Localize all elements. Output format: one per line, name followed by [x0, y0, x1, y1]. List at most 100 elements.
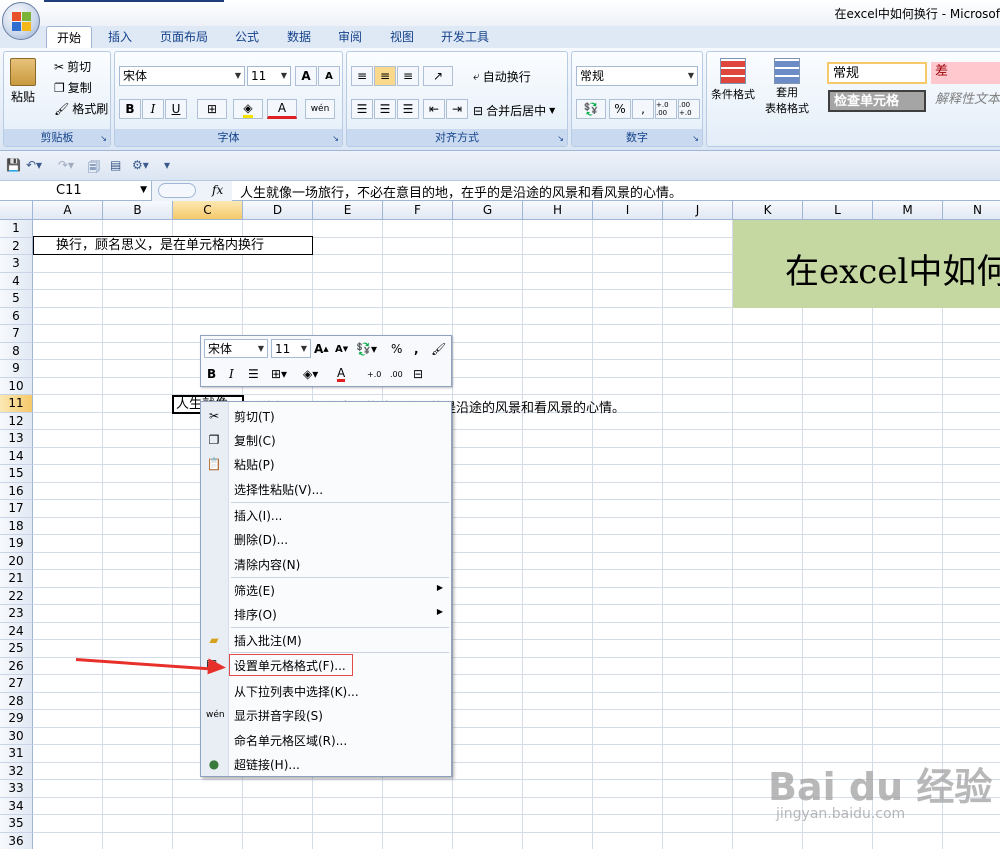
row-header-23[interactable]: 23: [0, 605, 33, 623]
alignment-launcher-icon[interactable]: ↘: [557, 134, 564, 143]
print-preview-icon[interactable]: 🗐: [88, 158, 100, 179]
row-header-19[interactable]: 19: [0, 535, 33, 553]
row-header-2[interactable]: 2: [0, 237, 33, 255]
align-right-icon[interactable]: ☰: [397, 99, 419, 119]
tab-insert[interactable]: 插入: [98, 26, 142, 48]
row-header-31[interactable]: 31: [0, 745, 33, 763]
customize-qat-icon[interactable]: ▾: [164, 158, 170, 172]
wrap-text-button[interactable]: ⤶ 自动换行: [473, 68, 531, 85]
sort-icon[interactable]: ⚙▾: [132, 158, 149, 172]
row-header-7[interactable]: 7: [0, 325, 33, 343]
mini-italic-button[interactable]: I: [229, 364, 234, 384]
row-header-29[interactable]: 29: [0, 710, 33, 728]
row-header-13[interactable]: 13: [0, 430, 33, 448]
style-normal[interactable]: 常规: [827, 62, 927, 84]
select-all-corner[interactable]: [0, 201, 33, 220]
align-left-icon[interactable]: ☰: [351, 99, 373, 119]
align-middle-icon[interactable]: ≡: [374, 66, 396, 86]
column-header-a[interactable]: A: [33, 201, 103, 220]
menu-item-cut[interactable]: ✂ 剪切(T): [201, 405, 451, 427]
bold-button[interactable]: B: [119, 99, 141, 119]
comma-button[interactable]: ,: [632, 99, 654, 119]
menu-item-paste-special[interactable]: 选择性粘贴(V)...: [201, 478, 451, 500]
clipboard-launcher-icon[interactable]: ↘: [100, 134, 107, 143]
align-center-icon[interactable]: ☰: [374, 99, 396, 119]
tab-page-layout[interactable]: 页面布局: [150, 26, 218, 48]
menu-item-phonetic[interactable]: wén 显示拼音字段(S): [201, 704, 451, 726]
copy-button[interactable]: ❐ 复制: [54, 79, 92, 96]
tab-formulas[interactable]: 公式: [225, 26, 269, 48]
borders-button[interactable]: ⊞: [197, 99, 227, 119]
formula-content[interactable]: 人生就像一场旅行，不必在意目的地，在乎的是沿途的风景和看风景的心情。: [240, 182, 682, 201]
row-header-27[interactable]: 27: [0, 675, 33, 693]
increase-decimal-button[interactable]: +.0 .00: [655, 99, 677, 119]
row-header-3[interactable]: 3: [0, 255, 33, 273]
row-header-17[interactable]: 17: [0, 500, 33, 518]
insert-function-button[interactable]: fx: [212, 183, 223, 197]
row-header-4[interactable]: 4: [0, 272, 33, 290]
font-size-combo[interactable]: 11 ▼: [247, 66, 291, 86]
percent-button[interactable]: %: [609, 99, 631, 119]
row-header-1[interactable]: 1: [0, 220, 33, 238]
column-header-b[interactable]: B: [103, 201, 173, 220]
tab-home[interactable]: 开始: [46, 26, 93, 48]
row-header-26[interactable]: 26: [0, 657, 33, 675]
row-header-21[interactable]: 21: [0, 570, 33, 588]
mini-format-painter-icon[interactable]: 🖌: [431, 339, 446, 359]
column-header-i[interactable]: I: [593, 201, 663, 220]
mini-increase-decimal-icon[interactable]: +.0: [367, 364, 381, 384]
align-bottom-icon[interactable]: ≡: [397, 66, 419, 86]
mini-decrease-decimal-icon[interactable]: .00: [390, 364, 403, 384]
formula-expand-icon[interactable]: [158, 183, 196, 198]
shrink-font-button[interactable]: A: [318, 66, 340, 86]
align-top-icon[interactable]: ≡: [351, 66, 373, 86]
row-header-20[interactable]: 20: [0, 552, 33, 570]
style-explanatory[interactable]: 解释性文本: [931, 90, 1000, 112]
tab-developer[interactable]: 开发工具: [431, 26, 499, 48]
decrease-indent-icon[interactable]: ⇤: [423, 99, 445, 119]
row-header-34[interactable]: 34: [0, 797, 33, 815]
style-check-cell[interactable]: 检查单元格: [828, 90, 926, 112]
menu-item-insert-comment[interactable]: ▰ 插入批注(M): [201, 629, 451, 651]
mini-borders-icon[interactable]: ⊞▾: [271, 364, 287, 384]
row-header-15[interactable]: 15: [0, 465, 33, 483]
column-header-g[interactable]: G: [453, 201, 523, 220]
column-header-d[interactable]: D: [243, 201, 313, 220]
save-icon[interactable]: 💾: [6, 158, 21, 172]
mini-bold-button[interactable]: B: [207, 364, 216, 384]
mini-percent-button[interactable]: %: [391, 339, 402, 359]
menu-item-delete[interactable]: 删除(D)...: [201, 528, 451, 550]
row-header-8[interactable]: 8: [0, 342, 33, 360]
row-header-16[interactable]: 16: [0, 482, 33, 500]
menu-item-insert[interactable]: 插入(I)...: [201, 504, 451, 526]
menu-item-format-cells[interactable]: 设置单元格格式(F)...: [229, 654, 353, 676]
mini-font-combo[interactable]: 宋体 ▼: [204, 339, 268, 358]
decrease-decimal-button[interactable]: .00 +.0: [678, 99, 700, 119]
mini-shrink-font-icon[interactable]: A ▼: [335, 339, 348, 359]
currency-icon[interactable]: 💱: [576, 99, 606, 119]
number-launcher-icon[interactable]: ↘: [692, 134, 699, 143]
row-header-12[interactable]: 12: [0, 412, 33, 430]
column-header-c[interactable]: C: [173, 201, 243, 220]
menu-item-clear-contents[interactable]: 清除内容(N): [201, 553, 451, 575]
menu-item-pick-from-list[interactable]: 从下拉列表中选择(K)...: [201, 680, 451, 702]
mini-font-color-button[interactable]: A: [337, 366, 346, 382]
menu-item-copy[interactable]: ❐ 复制(C): [201, 429, 451, 451]
font-name-combo[interactable]: 宋体 ▼: [119, 66, 245, 86]
column-header-k[interactable]: K: [733, 201, 803, 220]
row-header-11[interactable]: 11: [0, 395, 33, 413]
mini-size-combo[interactable]: 11 ▼: [271, 339, 311, 358]
row-header-25[interactable]: 25: [0, 640, 33, 658]
undo-icon[interactable]: ↶▾: [26, 158, 42, 172]
mini-fill-color-icon[interactable]: ◈▾: [303, 364, 318, 384]
row-header-24[interactable]: 24: [0, 622, 33, 640]
mini-currency-icon[interactable]: 💱▾: [356, 339, 377, 359]
row-header-18[interactable]: 18: [0, 517, 33, 535]
form-icon[interactable]: ▤: [110, 158, 121, 172]
underline-button[interactable]: U: [165, 99, 187, 119]
orientation-icon[interactable]: ↗: [423, 66, 453, 86]
format-painter-button[interactable]: 🖌 格式刷: [54, 100, 108, 117]
row-header-22[interactable]: 22: [0, 587, 33, 605]
row-header-32[interactable]: 32: [0, 762, 33, 780]
mini-comma-button[interactable]: ,: [414, 339, 419, 359]
